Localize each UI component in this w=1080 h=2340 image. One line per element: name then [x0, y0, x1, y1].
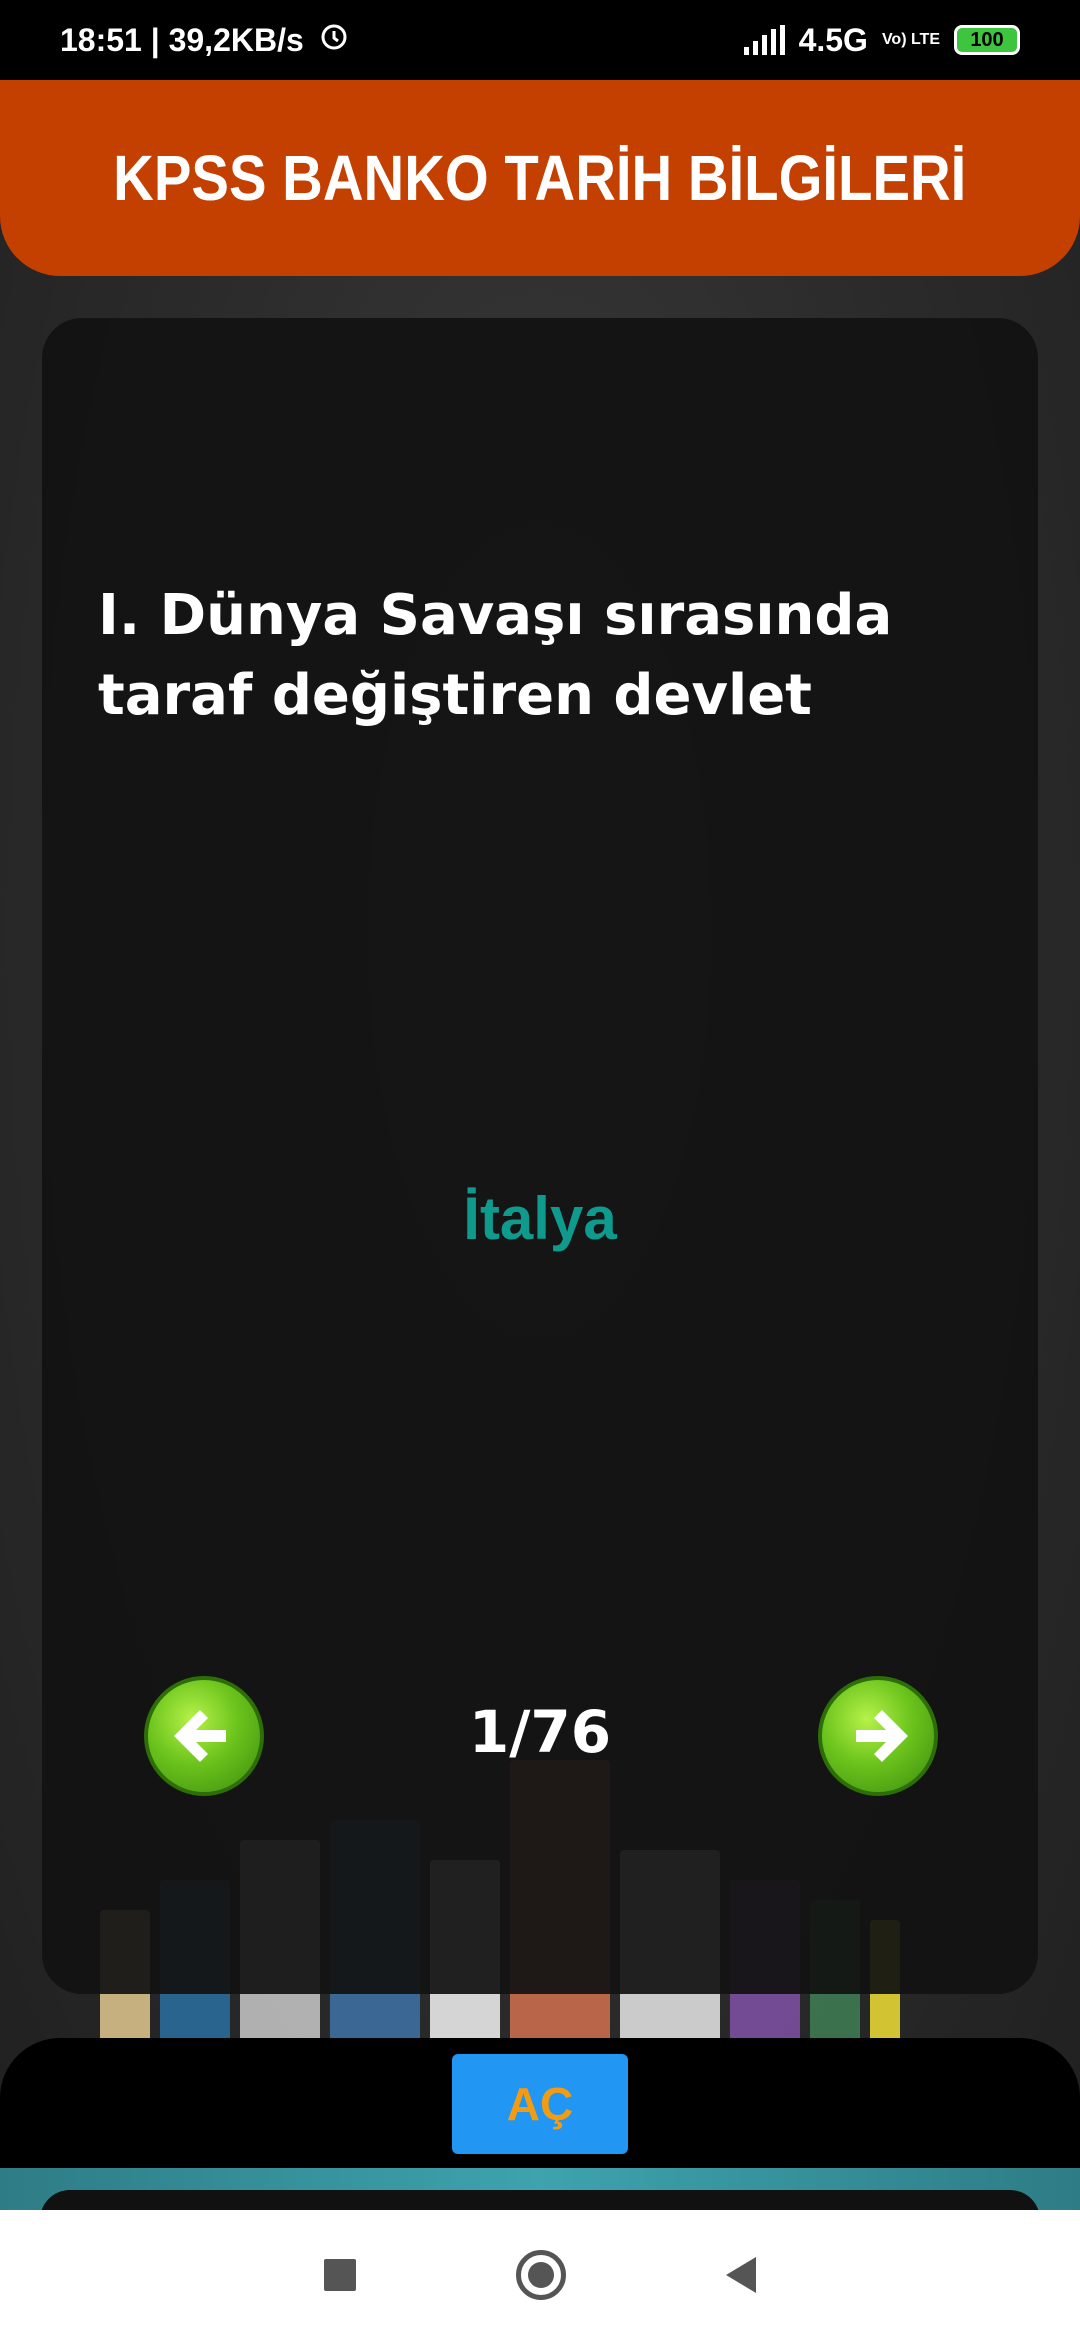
alarm-clock-icon: [318, 20, 350, 60]
volte-indicator: Vo) LTE: [881, 31, 940, 48]
back-icon[interactable]: [726, 2257, 756, 2293]
status-bar: 18:51 | 39,2KB/s 4.5G Vo) LTE 100: [0, 0, 1080, 80]
app-header: KPSS BANKO TARİH BİLGİLERİ: [0, 80, 1080, 276]
question-text: I. Dünya Savaşı sırasında taraf değiştir…: [98, 583, 893, 728]
signal-icon: [743, 25, 785, 55]
arrow-right-icon: [856, 1710, 908, 1762]
question-card: I. Dünya Savaşı sırasında taraf değiştir…: [42, 318, 1038, 1994]
answer-text: İtalya: [463, 1185, 617, 1252]
next-button[interactable]: [818, 1676, 938, 1796]
battery-level: 100: [970, 28, 1004, 51]
page-title: KPSS BANKO TARİH BİLGİLERİ: [113, 142, 967, 214]
status-right: 4.5G Vo) LTE 100: [743, 21, 1020, 59]
time-speed: 18:51 | 39,2KB/s: [60, 21, 304, 58]
network-type: 4.5G: [798, 21, 868, 58]
system-nav-bar: [0, 2210, 1080, 2340]
home-icon[interactable]: [516, 2250, 566, 2300]
recent-apps-icon[interactable]: [324, 2259, 356, 2291]
battery-icon: 100: [954, 25, 1020, 55]
status-left: 18:51 | 39,2KB/s: [60, 20, 350, 60]
open-answer-button[interactable]: AÇ: [452, 2054, 628, 2154]
